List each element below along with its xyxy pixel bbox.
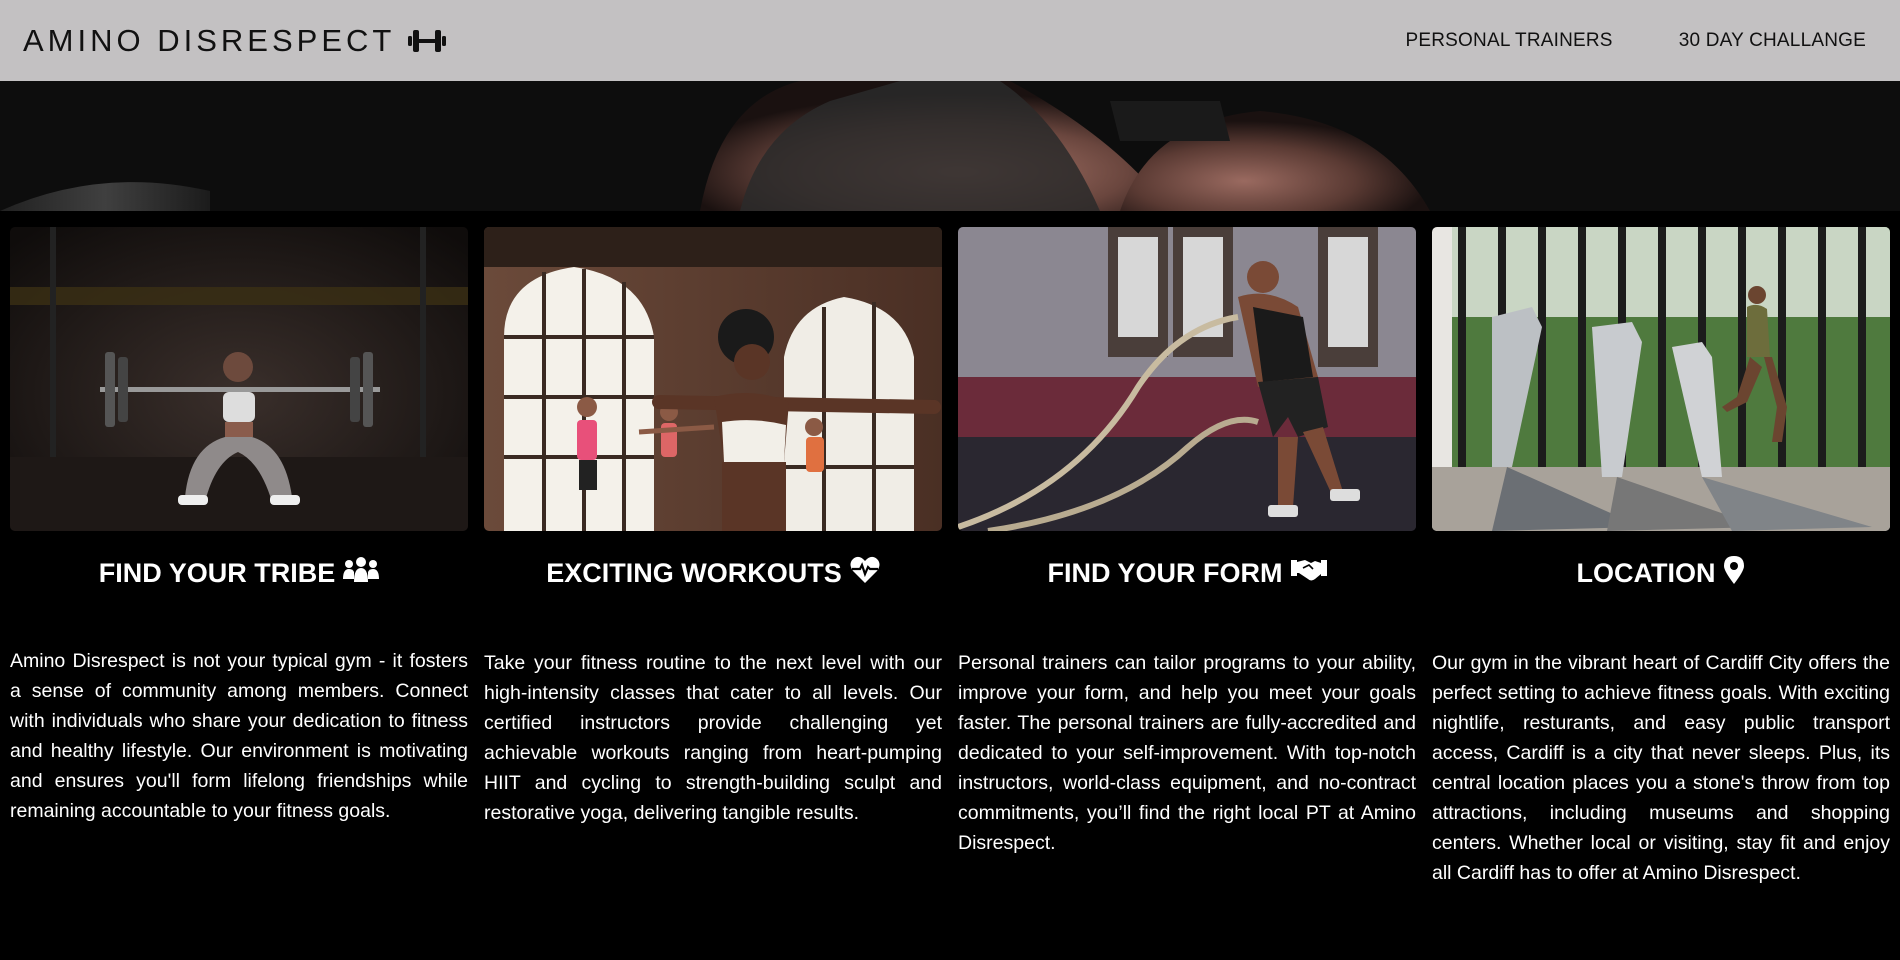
card-title-text: EXCITING WORKOUTS xyxy=(546,557,842,588)
card-title-location: LOCATION xyxy=(1432,553,1890,593)
people-group-icon xyxy=(343,556,380,590)
card-title-find-your-tribe: FIND YOUR TRIBE xyxy=(10,553,468,593)
card-title-find-your-form: FIND YOUR FORM xyxy=(958,553,1416,593)
navbar: AMINO DISRESPECT PERSONAL TRAINERS 30 DA… xyxy=(0,0,1900,81)
nav-link-30-day-challenge[interactable]: 30 DAY CHALLANGE xyxy=(1679,30,1866,52)
nav-links: PERSONAL TRAINERS 30 DAY CHALLANGE xyxy=(1406,30,1867,52)
hero-image xyxy=(0,81,1900,211)
card-exciting-workouts: EXCITING WORKOUTS Take your fitness rout… xyxy=(484,227,942,888)
card-location: LOCATION Our gym in the vibrant heart of… xyxy=(1432,227,1890,888)
heart-pulse-icon xyxy=(850,556,880,591)
card-find-your-form: FIND YOUR FORM Personal trainers can tai… xyxy=(958,227,1416,888)
card-text-find-your-form: Personal trainers can tailor programs to… xyxy=(958,652,1416,854)
card-title-text: FIND YOUR FORM xyxy=(1047,557,1283,588)
location-pin-icon xyxy=(1723,555,1745,592)
woman-barbell-squat-photo xyxy=(10,227,468,531)
card-text-location: Our gym in the vibrant heart of Cardiff … xyxy=(1432,652,1890,884)
card-text-exciting-workouts: Take your fitness routine to the next le… xyxy=(484,652,942,824)
brand-name: AMINO DISRESPECT xyxy=(23,22,396,58)
group-fitness-class-photo xyxy=(484,227,942,531)
handshake-icon xyxy=(1290,557,1327,590)
card-title-exciting-workouts: EXCITING WORKOUTS xyxy=(484,553,942,593)
brand-link[interactable]: AMINO DISRESPECT xyxy=(23,23,447,59)
treadmill-runner-photo xyxy=(1432,227,1890,531)
nav-link-personal-trainers[interactable]: PERSONAL TRAINERS xyxy=(1406,30,1613,52)
dumbbell-icon xyxy=(407,26,447,56)
card-text-find-your-tribe: Amino Disrespect is not your typical gym… xyxy=(10,650,468,822)
battle-ropes-photo xyxy=(958,227,1416,531)
card-find-your-tribe: FIND YOUR TRIBE Amino Disrespect is not … xyxy=(10,227,468,888)
card-title-text: LOCATION xyxy=(1576,557,1716,588)
card-title-text: FIND YOUR TRIBE xyxy=(98,557,336,588)
feature-cards: FIND YOUR TRIBE Amino Disrespect is not … xyxy=(10,227,1890,888)
